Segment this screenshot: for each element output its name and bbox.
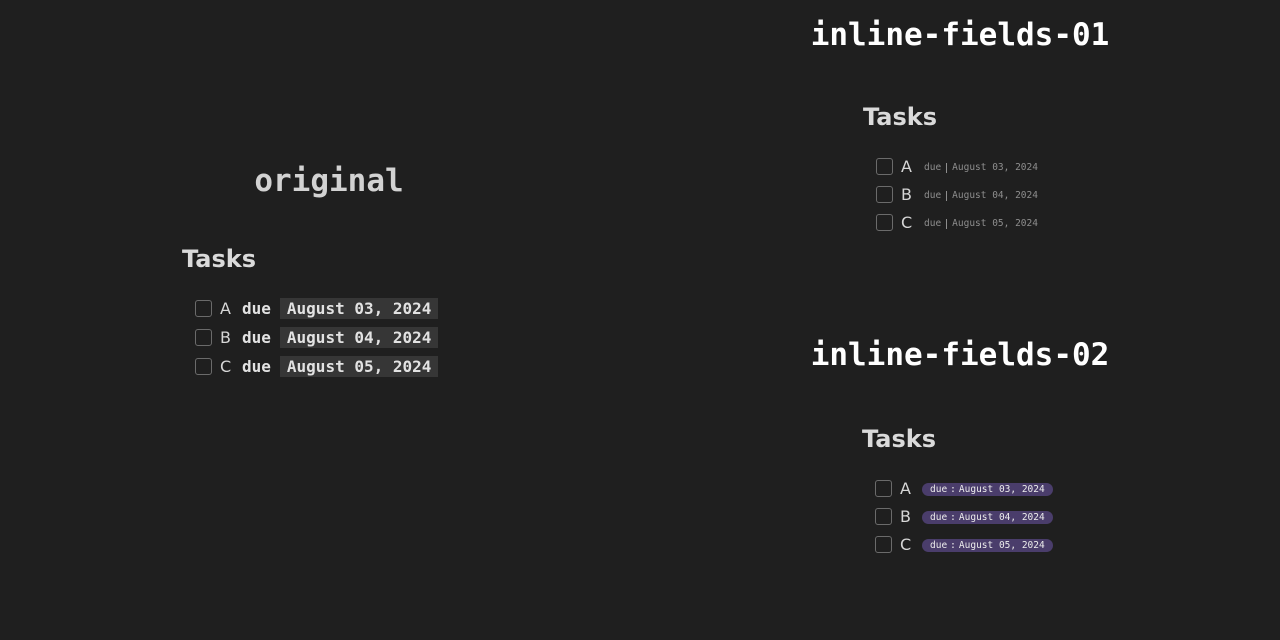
field-value: August 05, 2024	[958, 540, 1045, 551]
field-key: due	[242, 357, 271, 376]
inline-field: due August 04, 2024	[924, 190, 1038, 201]
inline-field-pill: due : August 03, 2024	[922, 483, 1053, 496]
task-checkbox[interactable]	[875, 535, 892, 553]
inline-field-pill: due : August 04, 2024	[922, 511, 1053, 524]
task-name: A	[900, 478, 911, 498]
task-checkbox[interactable]	[876, 213, 893, 231]
task-item: C due August 05, 2024	[195, 352, 439, 381]
field-value: August 03, 2024	[958, 484, 1045, 495]
field-value: August 03, 2024	[279, 298, 439, 319]
panel-title-original: original	[254, 163, 404, 199]
tasks-heading-inline-fields-01: Tasks	[863, 103, 938, 131]
field-key: due	[924, 190, 942, 201]
field-key: due	[930, 512, 948, 523]
field-key: due	[924, 218, 942, 229]
field-separator: :	[950, 484, 956, 495]
field-value: August 04, 2024	[279, 327, 439, 348]
task-name: C	[220, 357, 232, 376]
task-name: C	[901, 212, 913, 232]
field-key: due	[242, 328, 271, 347]
tasks-heading-inline-fields-02: Tasks	[862, 425, 937, 453]
field-value: August 05, 2024	[279, 356, 439, 377]
task-name: A	[901, 156, 912, 176]
task-name: B	[900, 506, 911, 526]
task-checkbox[interactable]	[876, 157, 893, 175]
task-name: B	[220, 328, 231, 347]
field-separator	[946, 218, 948, 229]
task-item: A due August 03, 2024	[876, 152, 1038, 180]
field-key: due	[930, 484, 948, 495]
task-list-original: A due August 03, 2024 B due August 04, 2…	[195, 294, 439, 381]
task-item: B due August 04, 2024	[876, 180, 1038, 208]
task-checkbox[interactable]	[195, 358, 212, 375]
task-checkbox[interactable]	[875, 507, 892, 525]
field-separator: :	[950, 512, 956, 523]
task-name: A	[220, 299, 231, 318]
inline-field: due August 03, 2024	[924, 162, 1038, 173]
field-separator	[946, 162, 948, 173]
task-checkbox[interactable]	[875, 479, 892, 497]
panel-title-inline-fields-01: inline-fields-01	[810, 17, 1110, 53]
field-value: August 04, 2024	[952, 190, 1038, 201]
field-separator: :	[950, 540, 956, 551]
field-key: due	[242, 299, 271, 318]
task-checkbox[interactable]	[195, 300, 212, 317]
panel-title-inline-fields-02: inline-fields-02	[810, 337, 1110, 373]
task-item: A due August 03, 2024	[195, 294, 439, 323]
inline-field: due August 05, 2024	[924, 218, 1038, 229]
task-checkbox[interactable]	[876, 185, 893, 203]
field-key: due	[930, 540, 948, 551]
task-checkbox[interactable]	[195, 329, 212, 346]
field-value: August 05, 2024	[952, 218, 1038, 229]
inline-field-pill: due : August 05, 2024	[922, 539, 1053, 552]
field-value: August 03, 2024	[952, 162, 1038, 173]
task-list-inline-fields-02: A due : August 03, 2024 B due : August 0…	[875, 474, 1053, 558]
task-name: B	[901, 184, 912, 204]
task-item: C due : August 05, 2024	[875, 530, 1053, 558]
task-item: A due : August 03, 2024	[875, 474, 1053, 502]
task-item: C due August 05, 2024	[876, 208, 1038, 236]
field-separator	[946, 190, 948, 201]
task-item: B due : August 04, 2024	[875, 502, 1053, 530]
task-name: C	[900, 534, 912, 554]
task-list-inline-fields-01: A due August 03, 2024 B due August 04, 2…	[876, 152, 1038, 236]
field-value: August 04, 2024	[958, 512, 1045, 523]
tasks-heading-original: Tasks	[182, 245, 257, 273]
task-item: B due August 04, 2024	[195, 323, 439, 352]
field-key: due	[924, 162, 942, 173]
